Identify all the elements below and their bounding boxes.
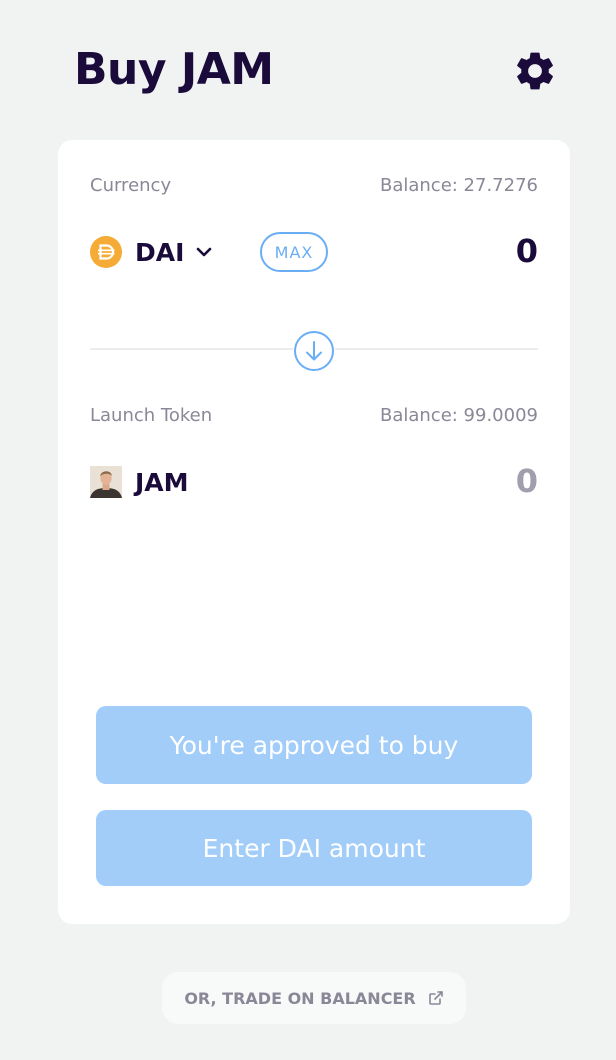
launch-token-label: Launch Token [90, 405, 213, 426]
gear-icon [517, 52, 553, 90]
currency-balance: Balance: 27.7276 [379, 175, 538, 196]
trade-on-balancer-link[interactable]: OR, TRADE ON BALANCER [162, 972, 466, 1024]
approved-to-buy-button[interactable]: You're approved to buy [96, 706, 532, 784]
trade-link-label: OR, TRADE ON BALANCER [184, 988, 416, 1008]
swap-direction-button[interactable] [293, 330, 335, 372]
launch-token-name: JAM [135, 467, 189, 497]
currency-label: Currency [90, 175, 172, 196]
arrow-down-circle-icon [294, 331, 334, 371]
currency-amount-input[interactable] [378, 232, 538, 270]
launch-token-row: JAM [90, 464, 189, 500]
buy-page: Buy JAM Currency Balance: 27.7276 DAI MA… [0, 0, 616, 1060]
enter-amount-button[interactable]: Enter DAI amount [96, 810, 532, 886]
page-title: Buy JAM [74, 44, 274, 95]
currency-token-select[interactable]: DAI [90, 234, 214, 270]
swap-card: Currency Balance: 27.7276 DAI MAX 0 Laun… [58, 140, 570, 924]
launch-token-balance: Balance: 99.0009 [379, 405, 538, 426]
settings-button[interactable] [512, 48, 558, 94]
launch-token-amount: 0 [515, 462, 538, 500]
external-link-icon [428, 991, 443, 1005]
chevron-down-icon [197, 247, 212, 257]
max-button[interactable]: MAX [260, 232, 328, 272]
avatar [90, 466, 122, 498]
dai-icon [90, 236, 122, 268]
currency-token-name: DAI [135, 237, 185, 267]
